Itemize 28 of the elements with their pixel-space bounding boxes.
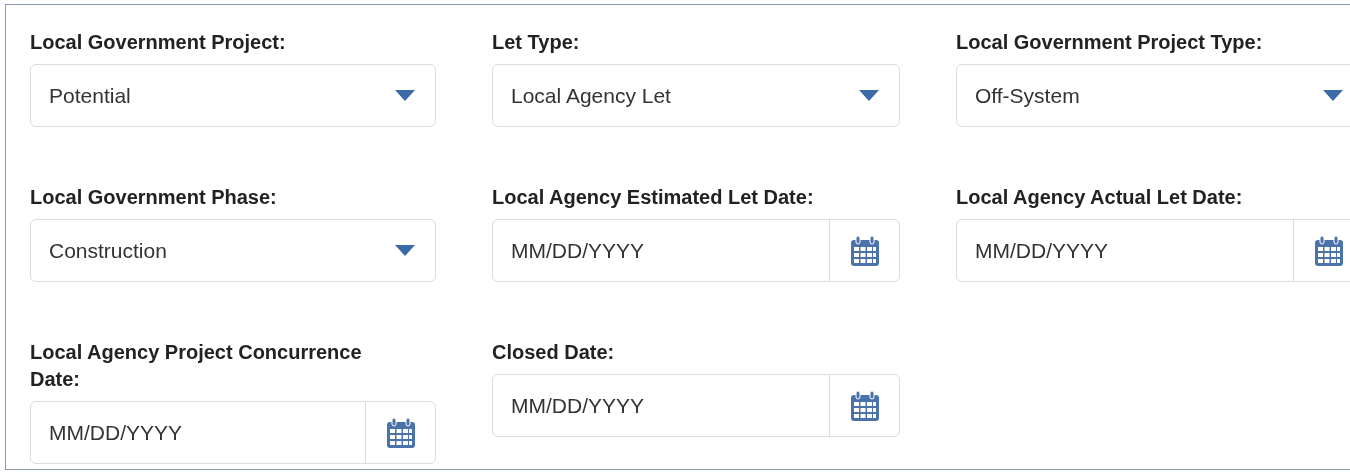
calendar-icon [850, 390, 879, 421]
field-label: Local Agency Actual Let Date: [956, 185, 1244, 210]
date-input[interactable]: MM/DD/YYYY [493, 220, 829, 281]
calendar-icon [850, 235, 879, 266]
field-label: Local Government Project: [30, 30, 287, 55]
field-label: Let Type: [492, 30, 581, 55]
date-field[interactable]: MM/DD/YYYY [30, 401, 436, 464]
dropdown[interactable]: Local Agency Let [492, 64, 900, 127]
field-label: Local Government Phase: [30, 185, 278, 210]
field-label: Closed Date: [492, 340, 616, 365]
field-label: Local Government Project Type: [956, 30, 1264, 55]
dropdown[interactable]: Off-System [956, 64, 1350, 127]
dropdown[interactable]: Potential [30, 64, 436, 127]
date-input[interactable]: MM/DD/YYYY [31, 402, 365, 463]
calendar-icon [386, 417, 415, 448]
caret-icon [395, 89, 415, 102]
date-input[interactable]: MM/DD/YYYY [957, 220, 1293, 281]
dropdown[interactable]: Construction [30, 219, 436, 282]
date-input[interactable]: MM/DD/YYYY [493, 375, 829, 436]
date-field[interactable]: MM/DD/YYYY [956, 219, 1350, 282]
field-label: Local Agency Estimated Let Date: [492, 185, 815, 210]
date-field[interactable]: MM/DD/YYYY [492, 219, 900, 282]
caret-icon [395, 244, 415, 257]
caret-icon [1323, 89, 1343, 102]
date-field[interactable]: MM/DD/YYYY [492, 374, 900, 437]
calendar-icon [1314, 235, 1343, 266]
caret-icon [859, 89, 879, 102]
field-label: Local Agency Project Concurrence Date: [30, 340, 363, 392]
